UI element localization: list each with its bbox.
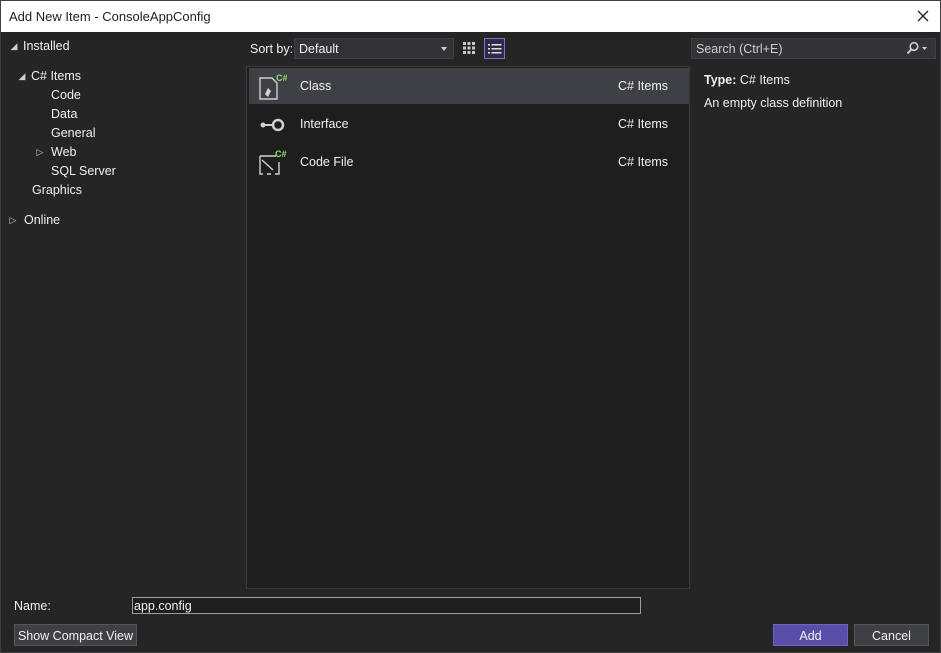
template-category: C# Items <box>618 155 669 169</box>
svg-text:C#: C# <box>276 73 287 83</box>
details-pane: Type: C# Items An empty class definition <box>704 73 934 110</box>
template-item-code-file[interactable]: C# Code File C# Items <box>249 144 689 180</box>
search-input[interactable] <box>692 39 910 58</box>
list-view-icon <box>488 44 502 54</box>
tree-label: General <box>51 126 96 140</box>
details-view-button[interactable] <box>484 38 505 59</box>
category-tree: ◢ Installed ◢ C# Items Code Data General… <box>1 32 245 590</box>
tree-label: Web <box>51 145 77 159</box>
template-item-class[interactable]: C# Class C# Items <box>249 68 689 104</box>
tree-label: Data <box>51 107 78 121</box>
add-button[interactable]: Add <box>773 624 848 646</box>
type-label: Type: <box>704 73 737 87</box>
sort-by-value: Default <box>299 42 339 56</box>
dropdown-arrow-icon <box>441 47 447 51</box>
search-icon[interactable] <box>905 41 929 56</box>
template-name: Code File <box>300 155 354 169</box>
tree-node-general[interactable]: General <box>51 124 95 143</box>
cancel-button[interactable]: Cancel <box>854 624 929 646</box>
template-list: C# Class C# Items Interface C# Items C# … <box>246 66 690 589</box>
tree-label: SQL Server <box>51 164 116 178</box>
expanded-arrow-icon[interactable]: ◢ <box>9 37 19 56</box>
tree-label: C# Items <box>31 69 82 83</box>
grid-view-icon <box>463 42 475 54</box>
tree-node-graphics[interactable]: Graphics <box>32 181 82 200</box>
title-bar: Add New Item - ConsoleAppConfig <box>1 1 940 32</box>
svg-text:C#: C# <box>275 149 287 159</box>
template-category: C# Items <box>618 79 669 93</box>
collapsed-arrow-icon[interactable]: ▷ <box>8 211 18 230</box>
interface-icon <box>260 118 285 132</box>
template-name: Class <box>300 79 332 93</box>
search-box[interactable] <box>691 38 936 59</box>
template-item-interface[interactable]: Interface C# Items <box>249 106 689 142</box>
class-icon: C# <box>259 73 287 100</box>
template-name: Interface <box>300 117 349 131</box>
show-compact-view-button[interactable]: Show Compact View <box>14 624 137 646</box>
sort-by-label: Sort by: <box>250 42 294 56</box>
close-icon <box>917 10 929 22</box>
close-button[interactable] <box>912 5 934 27</box>
type-value: C# Items <box>739 73 790 87</box>
name-field[interactable] <box>132 597 641 614</box>
tree-label: Code <box>51 88 81 102</box>
sort-by-dropdown[interactable]: Default <box>294 38 454 59</box>
tree-label: Online <box>24 213 61 227</box>
name-label: Name: <box>14 599 51 613</box>
type-line: Type: C# Items <box>704 73 934 87</box>
small-icons-view-button[interactable] <box>459 38 480 59</box>
tree-node-sql-server[interactable]: SQL Server <box>51 162 116 181</box>
tree-label: Graphics <box>32 183 83 197</box>
tree-node-code[interactable]: Code <box>51 86 81 105</box>
collapsed-arrow-icon[interactable]: ▷ <box>35 143 45 162</box>
tree-label: Installed <box>23 39 70 53</box>
tree-node-data[interactable]: Data <box>51 105 77 124</box>
expanded-arrow-icon[interactable]: ◢ <box>17 67 27 86</box>
window-title: Add New Item - ConsoleAppConfig <box>9 9 211 24</box>
template-category: C# Items <box>618 117 669 131</box>
code-file-icon: C# <box>259 149 287 175</box>
template-description: An empty class definition <box>704 96 843 110</box>
add-new-item-dialog: Add New Item - ConsoleAppConfig ◢ Instal… <box>0 0 941 653</box>
